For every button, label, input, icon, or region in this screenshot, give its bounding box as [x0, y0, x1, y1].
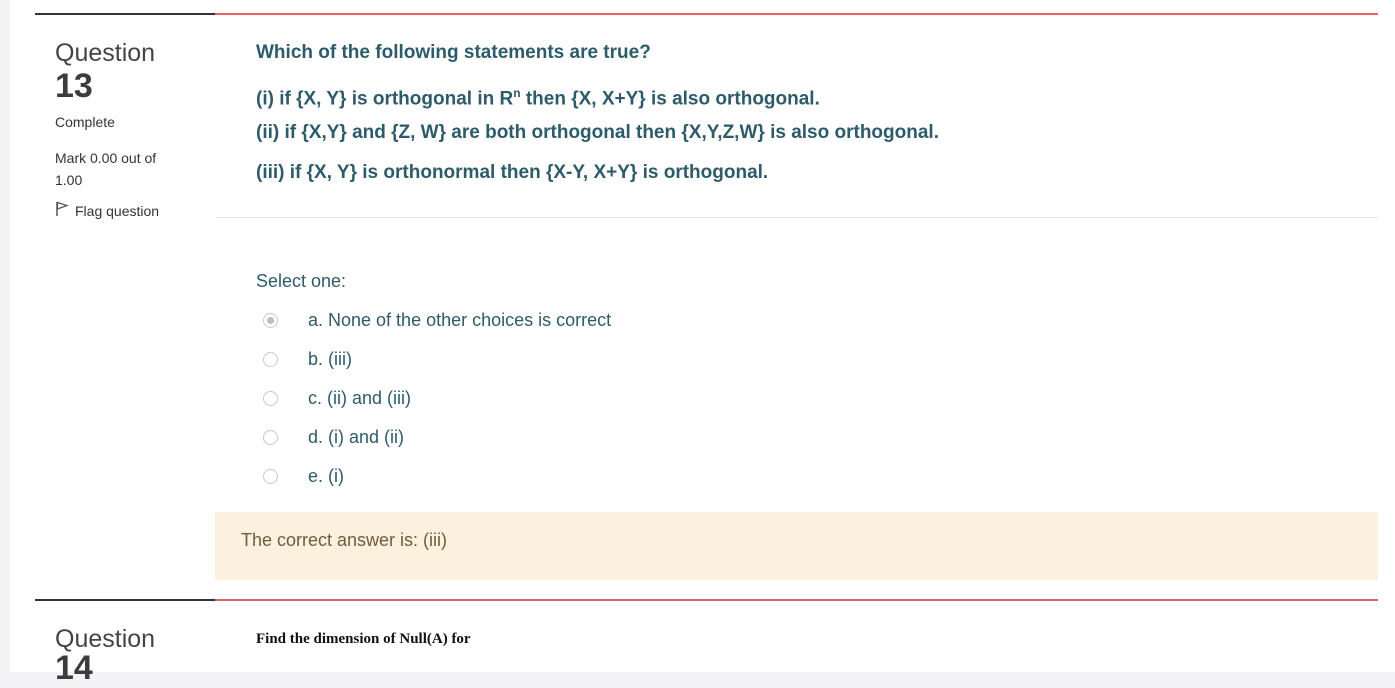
radio-c[interactable]	[263, 391, 278, 406]
question-state: Complete	[55, 114, 115, 130]
question-title: Which of the following statements are tr…	[256, 42, 651, 63]
flag-icon	[55, 201, 69, 220]
question-label: Question	[55, 39, 156, 67]
option-label: e. (i)	[308, 466, 344, 486]
option-label: c. (ii) and (iii)	[308, 388, 412, 408]
statement-2: (ii) if {X,Y} and {Z, W} are both orthog…	[256, 122, 939, 143]
radio-e[interactable]	[263, 469, 278, 484]
question-grade: Mark 0.00 out of 1.00	[55, 150, 157, 188]
question-number: 13	[55, 67, 93, 105]
flag-question-label: Flag question	[75, 202, 160, 219]
radio-b[interactable]	[263, 352, 278, 367]
question-text: Which of the following statements are tr…	[256, 41, 939, 201]
radio-d[interactable]	[263, 430, 278, 445]
option-label: a. None of the other choices is correct	[308, 310, 612, 330]
statement-1: (i) if {X, Y} is orthogonal in Rn then {…	[256, 86, 820, 110]
question-13: Question 13 Complete Mark 0.00 out of 1.…	[35, 13, 1378, 581]
question-text: Find the dimension of Null(A) for	[256, 631, 471, 647]
question-14: Question 14 Find the dimension of Null(A…	[35, 599, 1378, 687]
divider	[215, 217, 1378, 218]
correct-answer-text: The correct answer is: (iii)	[241, 530, 448, 550]
flag-question-link[interactable]: Flag question	[55, 201, 159, 220]
option-label: b. (iii)	[308, 349, 352, 369]
feedback-box: The correct answer is: (iii)	[215, 512, 1378, 580]
question-info: Question 13 Complete Mark 0.00 out of 1.…	[35, 13, 215, 581]
question-content: Which of the following statements are tr…	[215, 13, 1378, 581]
statement-3: (iii) if {X, Y} is orthonormal then {X-Y…	[256, 162, 769, 183]
option-label: d. (i) and (ii)	[308, 427, 405, 447]
question-content: Find the dimension of Null(A) for	[215, 599, 1378, 681]
select-one-prompt: Select one:	[256, 271, 347, 291]
question-number: 14	[55, 649, 93, 687]
quiz-page: Question 13 Complete Mark 0.00 out of 1.…	[10, 0, 1395, 687]
question-info: Question 14	[35, 599, 215, 687]
radio-a[interactable]	[263, 313, 278, 328]
